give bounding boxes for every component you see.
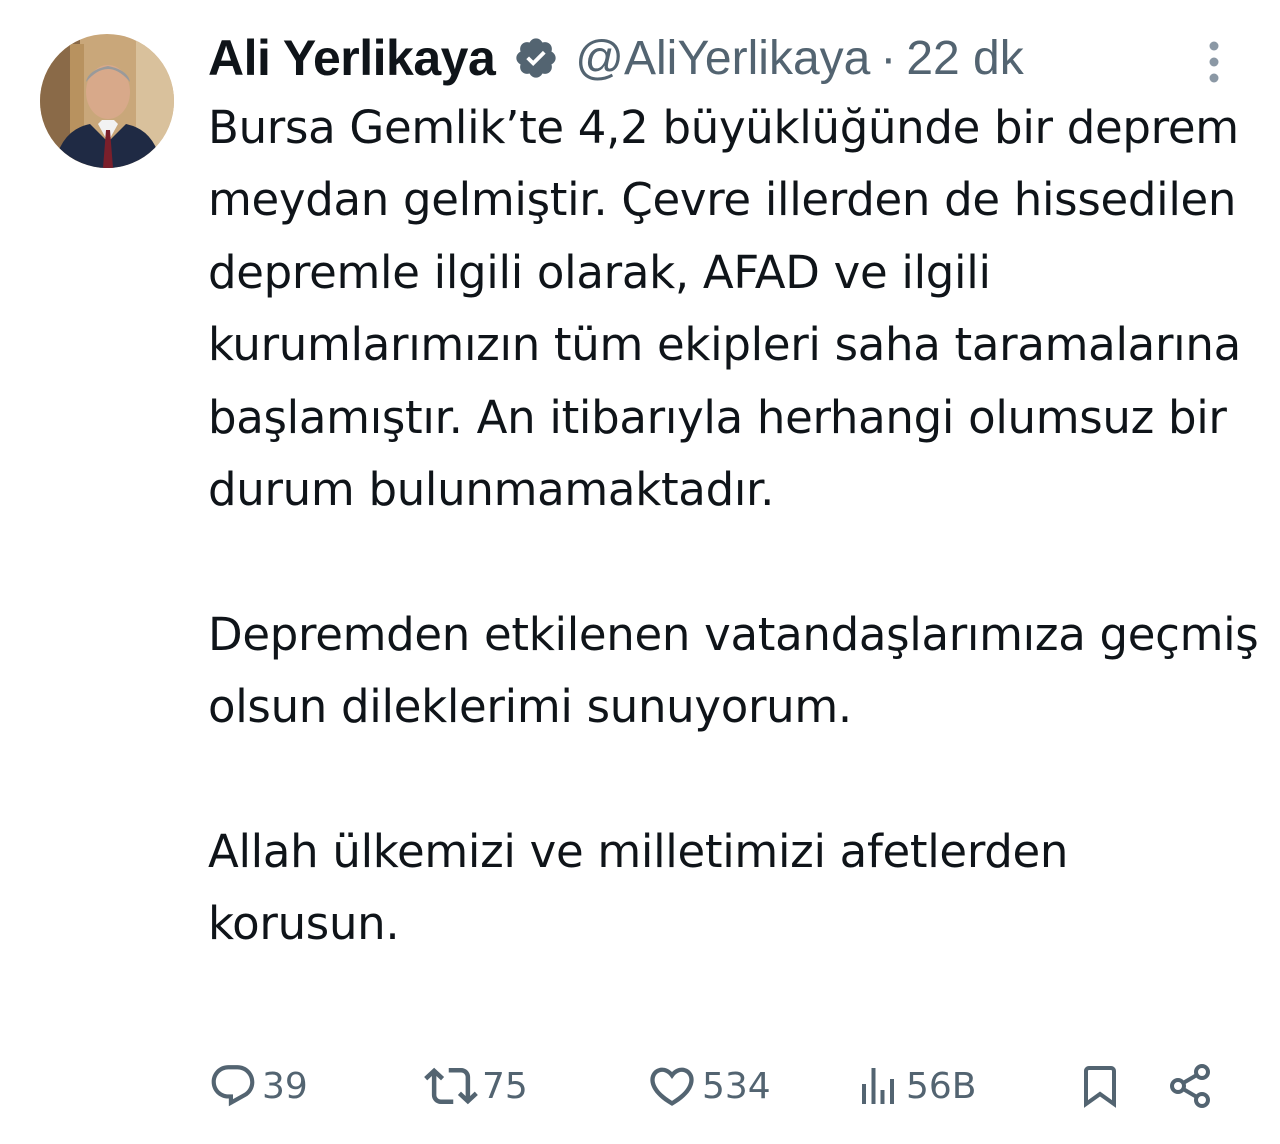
author-display-name[interactable]: Ali Yerlikaya xyxy=(208,29,496,87)
author-handle[interactable]: @AliYerlikaya xyxy=(575,31,870,86)
views-button[interactable]: 56B xyxy=(854,1058,977,1114)
like-button[interactable]: 534 xyxy=(646,1058,771,1114)
bookmark-icon xyxy=(1076,1060,1124,1112)
share-icon xyxy=(1166,1062,1214,1110)
tweet-actions: 39 75 534 56B xyxy=(208,1058,1220,1114)
more-dots-icon[interactable] xyxy=(1196,38,1232,86)
retweet-icon xyxy=(424,1059,478,1113)
tweet-header: Ali Yerlikaya @AliYerlikaya · 22 dk xyxy=(208,28,1024,88)
tweet[interactable]: Ali Yerlikaya @AliYerlikaya · 22 dk Burs… xyxy=(0,0,1280,1144)
tweet-paragraph: Allah ülkemizi ve milletimizi afetlerden… xyxy=(208,825,1069,951)
heart-icon xyxy=(646,1060,698,1112)
views-count: 56B xyxy=(906,1065,977,1107)
retweet-button[interactable]: 75 xyxy=(424,1058,528,1114)
tweet-timestamp[interactable]: 22 dk xyxy=(906,31,1023,86)
like-count: 534 xyxy=(702,1065,771,1107)
verified-badge-icon xyxy=(513,35,559,81)
share-button[interactable] xyxy=(1166,1058,1214,1114)
tweet-paragraph: Bursa Gemlik’te 4,2 büyüklüğünde bir dep… xyxy=(208,101,1241,517)
bookmark-button[interactable] xyxy=(1076,1058,1124,1114)
avatar[interactable] xyxy=(40,34,174,168)
reply-button[interactable]: 39 xyxy=(208,1058,308,1114)
header-separator: · xyxy=(880,31,897,85)
tweet-paragraph: Depremden etkilenen vatandaşlarımıza geç… xyxy=(208,607,1259,734)
tweet-text: Bursa Gemlik’te 4,2 büyüklüğünde bir dep… xyxy=(208,92,1268,961)
retweet-count: 75 xyxy=(482,1065,528,1107)
reply-count: 39 xyxy=(262,1065,308,1107)
reply-icon xyxy=(208,1061,258,1111)
views-icon xyxy=(854,1062,902,1110)
